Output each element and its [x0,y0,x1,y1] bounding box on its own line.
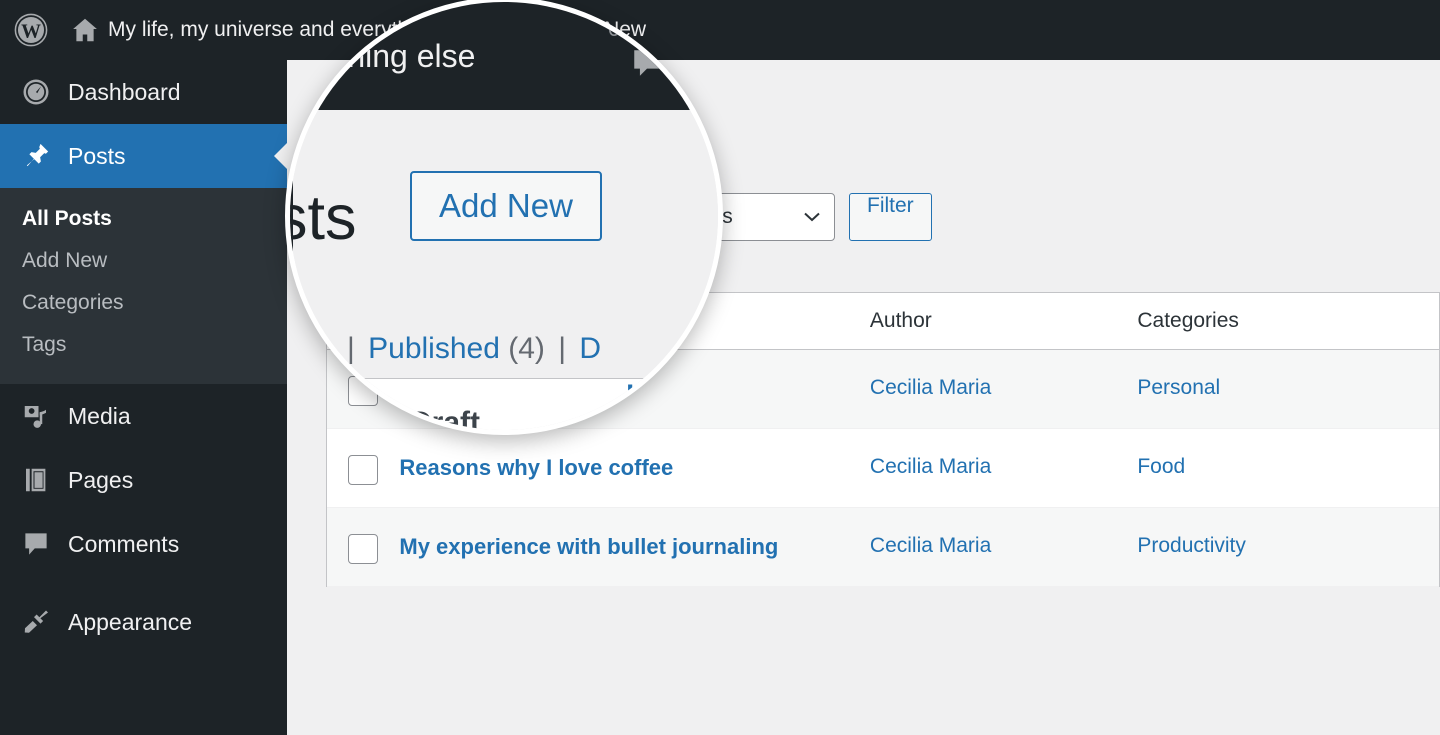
filter-button[interactable]: Filter [849,193,932,241]
row-categories-cell: Personal [1137,350,1439,429]
sidebar-item-posts-label: Posts [68,143,126,170]
post-category-link[interactable]: Personal [1137,376,1220,399]
submenu-item-add-new[interactable]: Add New [0,240,287,282]
row-categories-cell: Productivity [1137,508,1439,587]
table-row[interactable]: My experience with bullet journaling Cec… [327,508,1439,587]
magnified-row-checkbox[interactable] [350,391,376,417]
magnified-sidebar-edge [290,110,293,435]
admin-bar: W My life, my universe and everything el… [0,0,1440,60]
post-author-link[interactable]: Cecilia Maria [870,376,991,399]
post-author-link[interactable]: Cecilia Maria [870,455,991,478]
magnified-status-separator-2: | [558,332,566,365]
chevron-down-icon-2 [804,212,820,222]
post-category-link[interactable]: Productivity [1137,534,1246,557]
sidebar-item-pages[interactable]: Pages [0,448,287,512]
post-category-link[interactable]: Food [1137,455,1185,478]
magnified-comment-bubble-icon [630,46,664,80]
svg-text:W: W [21,21,41,43]
pages-icon [14,465,58,495]
magnified-content-area: sts Add New | Published (4) | D Draft ki… [290,110,723,435]
row-author-cell: Cecilia Maria [870,429,1137,508]
author-column-header[interactable]: Author [870,293,1137,350]
row-title-cell: Reasons why I love coffee [399,429,870,508]
magnified-status-published-count: (4) [508,332,545,365]
sidebar-item-comments-label: Comments [68,531,179,558]
row-author-cell: Cecilia Maria [870,350,1137,429]
magnified-page-title-fragment: sts [290,182,357,254]
magnifier-lens-content: erything else 0 sts Add New | Published … [290,2,723,435]
row-author-cell: Cecilia Maria [870,508,1137,587]
row-checkbox[interactable] [348,534,378,564]
sidebar-item-media-label: Media [68,403,131,430]
sidebar-separator [0,576,287,590]
magnified-site-name-fragment: erything else [294,38,475,75]
post-title-link[interactable]: Reasons why I love coffee [399,455,673,480]
posts-submenu: All Posts Add New Categories Tags [0,188,287,384]
sidebar-item-posts[interactable]: Posts [0,124,287,188]
row-checkbox-cell [327,429,399,508]
magnifier-lens: erything else 0 sts Add New | Published … [285,0,723,435]
pin-icon [14,141,58,171]
post-author-link[interactable]: Cecilia Maria [870,534,991,557]
magnified-status-links: | Published (4) | D [342,332,601,366]
magnified-admin-bar: erything else 0 [290,2,723,110]
submenu-item-categories[interactable]: Categories [0,282,287,324]
wordpress-logo-icon: W [14,13,48,47]
magnified-post-title-fragment[interactable]: king a ga [626,380,723,414]
magnified-status-drafts-fragment[interactable]: D [579,332,601,365]
submenu-item-all-posts[interactable]: All Posts [0,198,287,240]
sidebar-item-comments[interactable]: Comments [0,512,287,576]
table-row[interactable]: Reasons why I love coffee Cecilia Maria … [327,429,1439,508]
row-checkbox-cell [327,508,399,587]
sidebar-item-dashboard-label: Dashboard [68,79,181,106]
dashboard-icon [14,77,58,107]
categories-column-header[interactable]: Categories [1137,293,1439,350]
submenu-item-tags[interactable]: Tags [0,324,287,366]
sidebar-item-appearance-label: Appearance [68,609,192,636]
row-checkbox[interactable] [348,455,378,485]
sidebar-item-pages-label: Pages [68,467,133,494]
paintbrush-icon [14,607,58,637]
sidebar-item-dashboard[interactable]: Dashboard [0,60,287,124]
magnified-comment-count: 0 [608,16,620,42]
sidebar-item-appearance[interactable]: Appearance [0,590,287,654]
row-title-cell: My experience with bullet journaling [399,508,870,587]
sidebar-item-media[interactable]: Media [0,384,287,448]
comment-icon [14,529,58,559]
wordpress-logo-button[interactable]: W [0,0,58,60]
home-icon [70,15,100,45]
row-categories-cell: Food [1137,429,1439,508]
admin-sidebar: Dashboard Posts All Posts Add New Catego… [0,60,287,735]
magnified-add-new-button[interactable]: Add New [410,171,602,241]
wordpress-admin-screen: W My life, my universe and everything el… [0,0,1440,735]
magnified-status-separator: | [347,332,355,365]
post-title-link[interactable]: My experience with bullet journaling [399,534,778,559]
magnified-status-published-label[interactable]: Published [368,332,500,365]
media-icon [14,401,58,431]
